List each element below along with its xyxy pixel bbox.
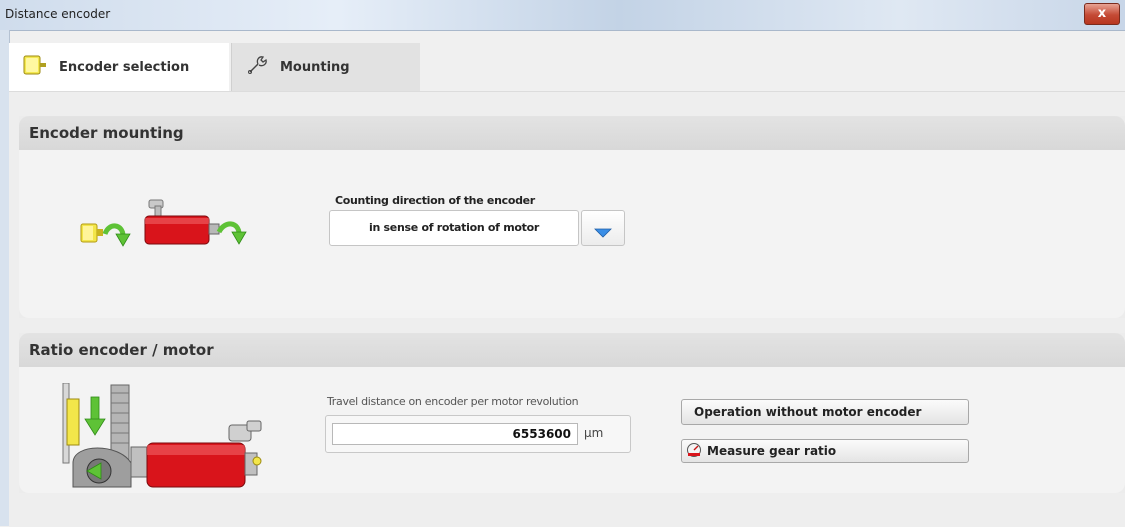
window-title: Distance encoder: [5, 7, 111, 21]
encoder-mounting-header: Encoder mounting: [19, 116, 1125, 150]
chevron-down-icon: [594, 223, 612, 242]
travel-distance-unit: µm: [584, 426, 604, 440]
counting-direction-label: Counting direction of the encoder: [335, 194, 535, 207]
encoder-mounting-body: Counting direction of the encoder in sen…: [19, 150, 1125, 318]
travel-distance-container: 6553600 µm: [325, 415, 631, 453]
wrench-icon: [246, 55, 268, 79]
gauge-icon: [686, 442, 702, 461]
operation-without-motor-encoder-button[interactable]: Operation without motor encoder: [681, 399, 969, 425]
gear-belt-motor-illustration: [59, 382, 279, 497]
button-label: Measure gear ratio: [707, 444, 837, 458]
tab-label: Encoder selection: [59, 59, 190, 75]
ratio-body: Travel distance on encoder per motor rev…: [19, 367, 1125, 493]
ratio-encoder-motor-panel: Ratio encoder / motor Travel distance on…: [19, 333, 1125, 493]
tab-encoder-selection[interactable]: Encoder selection: [9, 43, 229, 91]
counting-direction-value: in sense of rotation of motor: [369, 221, 539, 234]
measure-gear-ratio-button[interactable]: Measure gear ratio: [681, 439, 969, 463]
window-title-bar: Distance encoder x: [0, 0, 1125, 31]
tab-mounting[interactable]: Mounting: [231, 43, 420, 91]
counting-direction-dropdown-button[interactable]: [581, 210, 625, 246]
ratio-header: Ratio encoder / motor: [19, 333, 1125, 367]
encoder-motor-rotation-illustration: [79, 194, 249, 268]
tab-strip: Encoder selection Mounting: [9, 43, 1125, 91]
close-button[interactable]: x: [1084, 3, 1120, 25]
tab-label: Mounting: [280, 59, 350, 75]
counting-direction-select[interactable]: in sense of rotation of motor: [329, 210, 579, 246]
travel-distance-label: Travel distance on encoder per motor rev…: [327, 395, 579, 408]
encoder-icon: [23, 55, 47, 79]
encoder-mounting-panel: Encoder mounting Counting direction of t…: [19, 116, 1125, 318]
button-label: Operation without motor encoder: [694, 405, 922, 419]
travel-distance-input[interactable]: 6553600: [332, 423, 578, 445]
close-icon: x: [1097, 6, 1107, 21]
